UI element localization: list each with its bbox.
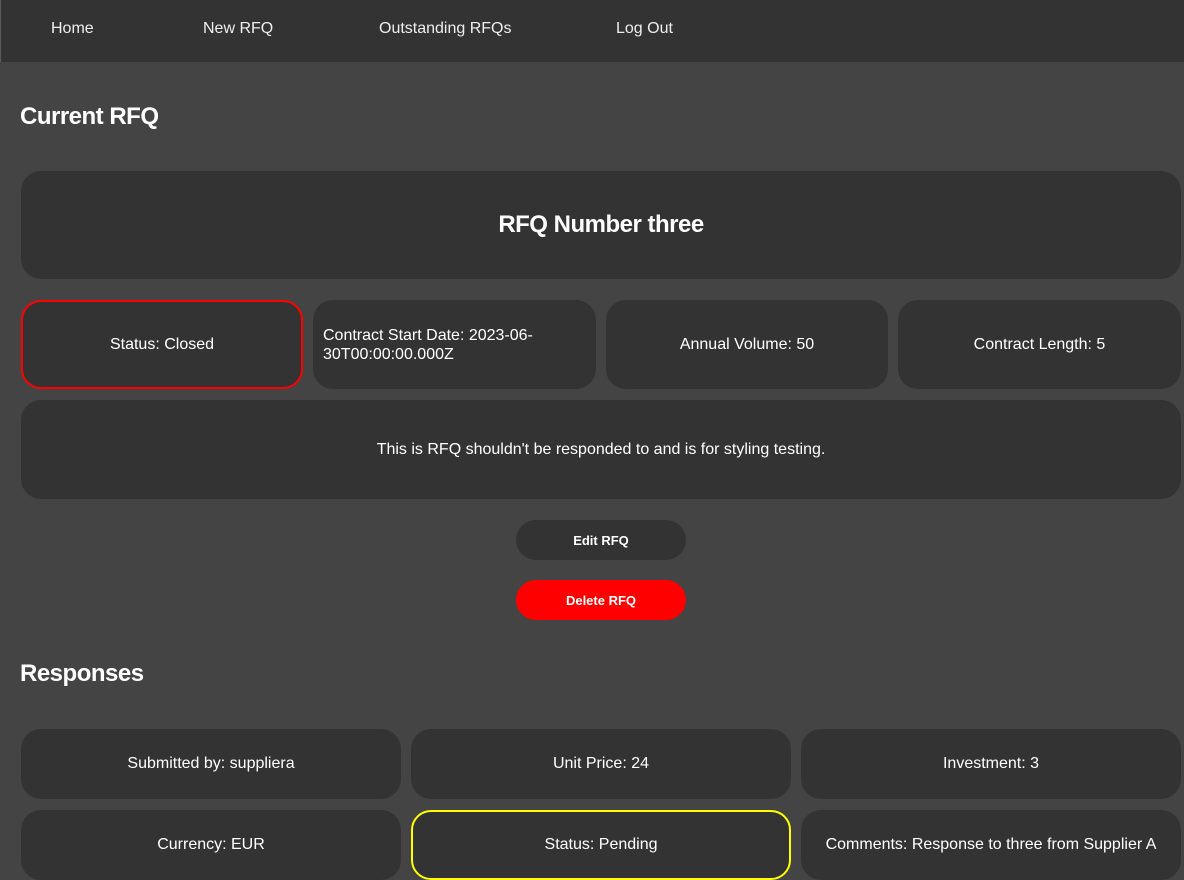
nav-home-link[interactable]: Home — [51, 20, 94, 38]
rfq-contract-start-card: Contract Start Date: 2023-06-30T00:00:00… — [313, 300, 596, 389]
response-currency: Currency: EUR — [157, 836, 265, 853]
responses-heading: Responses — [20, 660, 144, 687]
rfq-title: RFQ Number three — [498, 211, 704, 238]
nav-new-rfq-link[interactable]: New RFQ — [203, 20, 273, 38]
response-investment: Investment: 3 — [942, 755, 1040, 772]
response-comments: Comments: Response to three from Supplie… — [825, 836, 1157, 853]
rfq-description: This is RFQ shouldn't be responded to an… — [376, 440, 826, 458]
response-unit-price-card: Unit Price: 24 — [411, 729, 791, 799]
edit-rfq-button[interactable]: Edit RFQ — [516, 520, 686, 560]
response-submitted-by: Submitted by: suppliera — [127, 755, 295, 772]
response-investment-card: Investment: 3 — [801, 729, 1181, 799]
rfq-contract-length: Contract Length: 5 — [973, 335, 1106, 353]
rfq-status-card: Status: Closed — [21, 300, 303, 389]
response-status: Status: Pending — [544, 836, 658, 853]
response-comments-card: Comments: Response to three from Supplie… — [801, 810, 1181, 880]
rfq-annual-volume: Annual Volume: 50 — [679, 335, 815, 353]
nav-log-out-link[interactable]: Log Out — [616, 20, 673, 38]
nav-outstanding-rfqs-link[interactable]: Outstanding RFQs — [379, 20, 512, 38]
rfq-annual-volume-card: Annual Volume: 50 — [606, 300, 888, 389]
response-submitted-by-card: Submitted by: suppliera — [21, 729, 401, 799]
rfq-contract-length-card: Contract Length: 5 — [898, 300, 1181, 389]
current-rfq-heading: Current RFQ — [20, 103, 159, 130]
rfq-description-card: This is RFQ shouldn't be responded to an… — [21, 400, 1181, 499]
delete-rfq-button[interactable]: Delete RFQ — [516, 580, 686, 620]
top-nav: Home New RFQ Outstanding RFQs Log Out — [0, 0, 1184, 62]
rfq-title-card: RFQ Number three — [21, 171, 1181, 279]
rfq-status: Status: Closed — [109, 335, 215, 353]
response-unit-price: Unit Price: 24 — [552, 755, 650, 772]
response-currency-card: Currency: EUR — [21, 810, 401, 880]
rfq-contract-start: Contract Start Date: 2023-06-30T00:00:00… — [323, 326, 533, 363]
response-status-card: Status: Pending — [411, 810, 791, 880]
